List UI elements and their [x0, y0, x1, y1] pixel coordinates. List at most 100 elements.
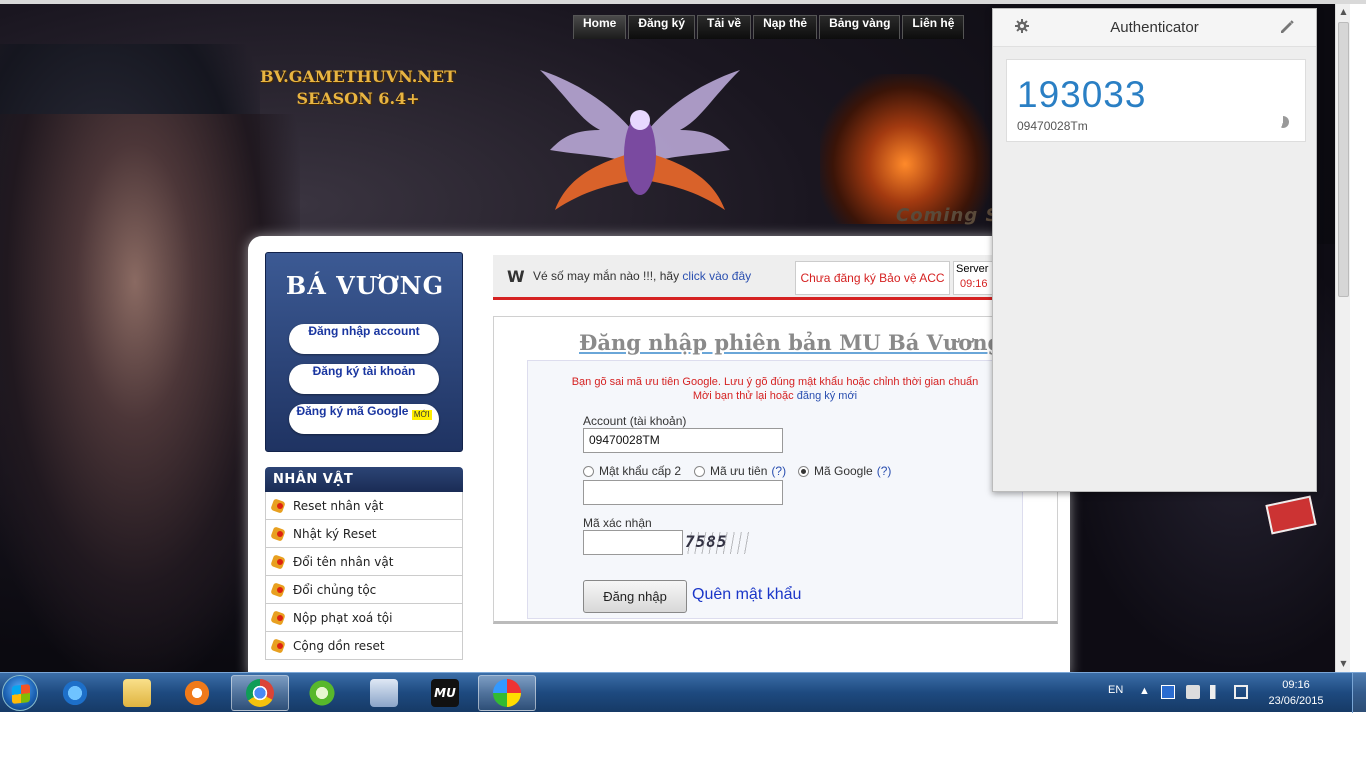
item-icon — [270, 497, 288, 515]
radio-pass2[interactable]: Mật khẩu cấp 2 — [583, 464, 681, 478]
register-google-label: Đăng ký mã Google — [296, 404, 409, 418]
folder-icon — [123, 679, 151, 707]
nav-ranking[interactable]: Bảng vàng — [819, 15, 901, 39]
login-account-button[interactable]: Đăng nhập account — [289, 324, 439, 354]
media-player-icon — [183, 679, 211, 707]
code-input[interactable] — [583, 480, 783, 505]
lottery-link[interactable]: click vào đây — [682, 269, 751, 283]
sidebar-item-label: Cộng dồn reset — [293, 638, 385, 653]
system-clock[interactable]: 09:16 23/06/2015 — [1258, 677, 1334, 709]
site-logo-line1: BV.GAMETHUVN.NET — [260, 67, 456, 86]
site-logo[interactable]: BV.GAMETHUVN.NET SEASON 6.4+ — [258, 66, 458, 110]
account-menu-title: BÁ VƯƠNG — [285, 271, 445, 300]
scroll-down-icon[interactable]: ▼ — [1336, 656, 1351, 672]
otp-account: 09470028Tm — [1017, 119, 1088, 133]
taskbar-media[interactable] — [168, 675, 226, 711]
authenticator-header: Authenticator — [993, 9, 1316, 47]
forgot-password-link[interactable]: Quên mật khẩu — [692, 586, 801, 604]
scroll-thumb[interactable] — [1338, 22, 1349, 297]
radio-google-label: Mã Google — [814, 464, 873, 478]
lottery-text: Vé số may mắn nào !!!, hãy — [533, 269, 680, 283]
site-logo-line2: SEASON 6.4+ — [296, 89, 420, 108]
nav-download[interactable]: Tải về — [697, 15, 752, 39]
character-menu: Reset nhân vật Nhật ký Reset Đổi tên nhâ… — [265, 492, 463, 660]
sidebar-item-label: Reset nhân vật — [293, 498, 384, 513]
account-menu-box: BÁ VƯƠNG Đăng nhập account Đăng ký tài k… — [265, 252, 463, 452]
server-time-box: Server 09:16 — [953, 261, 993, 295]
network-status-icon[interactable] — [1234, 685, 1248, 699]
radio-google[interactable]: Mã Google (?) — [798, 464, 891, 478]
captcha-input[interactable] — [583, 530, 683, 555]
register-new-link[interactable]: đăng ký mới — [797, 390, 857, 402]
taskbar-explorer[interactable] — [108, 675, 166, 711]
sidebar-item-change-class[interactable]: Đổi chủng tộc — [265, 576, 463, 604]
sidebar-item-reset[interactable]: Reset nhân vật — [265, 492, 463, 520]
pencil-icon[interactable] — [1279, 19, 1295, 35]
item-icon — [270, 553, 288, 571]
nav-contact[interactable]: Liên hệ — [902, 15, 965, 39]
authenticator-title: Authenticator — [1110, 19, 1199, 36]
radio-pass2-label: Mật khẩu cấp 2 — [599, 464, 682, 478]
taskbar-mu-game[interactable]: MU — [416, 675, 474, 711]
tray-device-icon[interactable] — [1186, 685, 1200, 699]
tray-expand-icon[interactable]: ▲ — [1139, 685, 1150, 725]
tray-app-icon[interactable] — [1161, 685, 1175, 699]
nav-home[interactable]: Home — [573, 15, 627, 39]
green-app-icon — [308, 679, 336, 707]
sidebar-item-stack-reset[interactable]: Cộng dồn reset — [265, 632, 463, 660]
register-protect-link[interactable]: Chưa đăng ký Bảo vệ ACC — [795, 261, 950, 295]
sidebar-item-pay-fine[interactable]: Nộp phạt xoá tội — [265, 604, 463, 632]
radio-pass2-dot — [583, 465, 594, 477]
error-line2: Mời bạn thử lại hoặc — [692, 390, 794, 402]
sidebar-item-label: Đổi tên nhân vật — [293, 554, 394, 569]
item-icon — [270, 609, 288, 627]
server-time: 09:16 — [960, 278, 988, 290]
nav-register[interactable]: Đăng ký — [628, 15, 696, 39]
lottery-logo-icon: W — [507, 267, 525, 286]
chrome-icon — [246, 679, 274, 707]
language-indicator[interactable]: EN — [1108, 684, 1123, 724]
page-scrollbar[interactable]: ▲ ▼ — [1335, 4, 1350, 672]
register-account-button[interactable]: Đăng ký tài khoản — [289, 364, 439, 394]
background-chest-art — [820, 74, 990, 224]
lottery-notice: Vé số may mắn nào !!!, hãy click vào đây — [533, 269, 751, 283]
register-google-button[interactable]: Đăng ký mã Google MỚI — [289, 404, 439, 434]
item-icon — [270, 525, 288, 543]
taskbar-chrome[interactable] — [231, 675, 289, 711]
authenticator-popup: Authenticator 193033 09470028Tm — [992, 8, 1317, 492]
account-label: Account (tài khoản) — [583, 414, 687, 428]
clock-date: 23/06/2015 — [1268, 695, 1324, 707]
taskbar-network[interactable] — [355, 675, 413, 711]
internet-explorer-icon — [61, 679, 89, 707]
network-icon — [370, 679, 398, 707]
sidebar-item-rename[interactable]: Đổi tên nhân vật — [265, 548, 463, 576]
radio-google-dot — [798, 465, 809, 477]
account-input[interactable]: 09470028TM — [583, 428, 783, 453]
login-button[interactable]: Đăng nhập — [583, 580, 687, 613]
error-message: Bạn gõ sai mã ưu tiên Google. Lưu ý gõ đ… — [540, 375, 1010, 403]
taskbar-app1[interactable] — [293, 675, 351, 711]
volume-icon[interactable] — [1210, 685, 1224, 699]
error-line1: Bạn gõ sai mã ưu tiên Google. Lưu ý gõ đ… — [571, 376, 979, 388]
clock-time: 09:16 — [1282, 679, 1310, 691]
taskbar-ie[interactable] — [46, 675, 104, 711]
captcha-label: Mã xác nhận — [583, 516, 652, 530]
item-icon — [270, 637, 288, 655]
server-label: Server — [956, 263, 989, 275]
notice-bar: W Vé số may mắn nào !!!, hãy click vào đ… — [493, 255, 993, 300]
start-button[interactable] — [2, 675, 38, 711]
taskbar-paint[interactable] — [478, 675, 536, 711]
scroll-up-icon[interactable]: ▲ — [1336, 4, 1351, 20]
nav-topup[interactable]: Nạp thẻ — [753, 15, 818, 39]
radio-priority[interactable]: Mã ưu tiên (?) — [694, 464, 786, 478]
otp-entry[interactable]: 193033 09470028Tm — [1006, 59, 1306, 142]
captcha-image: 7585 — [685, 532, 750, 554]
google-help-link[interactable]: (?) — [877, 464, 892, 478]
show-desktop-button[interactable] — [1352, 673, 1366, 713]
character-section-title: NHÂN VẬT — [265, 467, 463, 492]
coming-soon-banner: Coming S — [896, 205, 1000, 226]
sidebar-item-label: Nộp phạt xoá tội — [293, 610, 393, 625]
sidebar-item-reset-log[interactable]: Nhật ký Reset — [265, 520, 463, 548]
mu-game-icon: MU — [431, 679, 459, 707]
priority-help-link[interactable]: (?) — [771, 464, 786, 478]
